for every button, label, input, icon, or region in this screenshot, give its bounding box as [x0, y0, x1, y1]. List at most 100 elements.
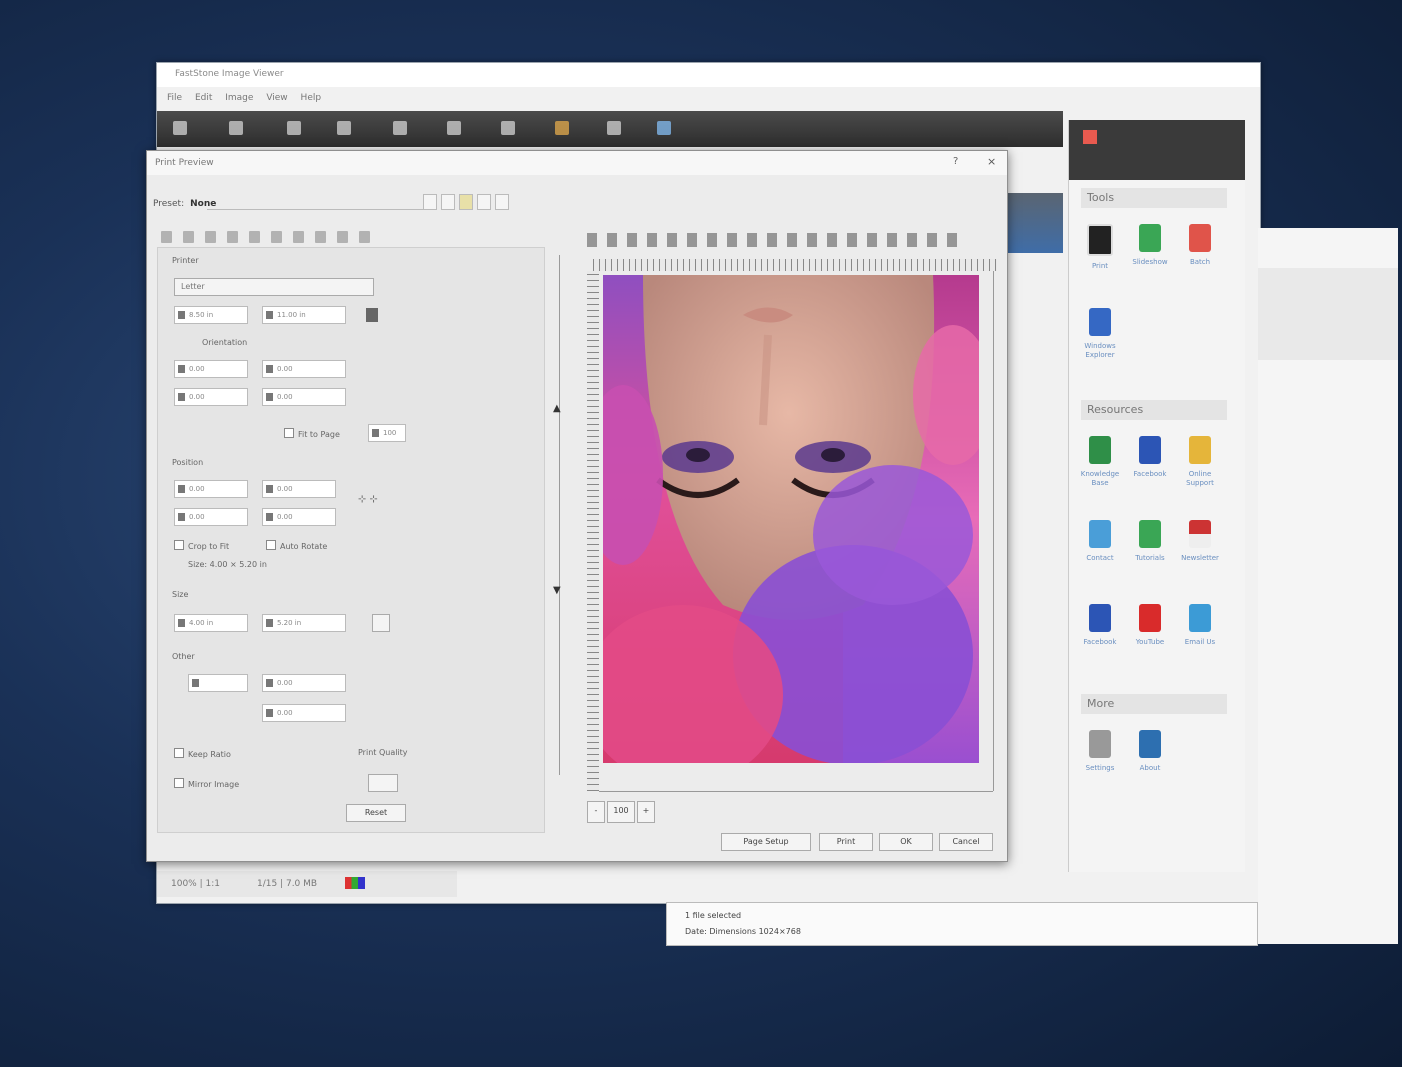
other-field[interactable]	[188, 674, 248, 692]
save-icon[interactable]	[287, 121, 301, 135]
image-width-field[interactable]: 4.00 in	[174, 614, 248, 632]
image-height-field[interactable]: 5.20 in	[262, 614, 346, 632]
print-icon[interactable]	[337, 121, 351, 135]
app-facebook[interactable]: Facebook	[1125, 436, 1175, 479]
layout-3-icon[interactable]	[205, 231, 216, 243]
layout-9-icon[interactable]	[337, 231, 348, 243]
preset-new-icon[interactable]	[423, 194, 437, 210]
app-support[interactable]: Online Support	[1175, 436, 1225, 488]
scale-field[interactable]: 100	[368, 424, 406, 442]
help-icon[interactable]: ?	[953, 156, 958, 167]
app-knowledge[interactable]: Knowledge Base	[1075, 436, 1125, 488]
app-email[interactable]: Email Us	[1175, 604, 1225, 647]
select-icon[interactable]	[587, 233, 597, 247]
rotate-left-icon[interactable]	[627, 233, 637, 247]
resize-icon[interactable]	[501, 121, 515, 135]
open-icon[interactable]	[173, 121, 187, 135]
quality-button[interactable]	[368, 774, 398, 792]
grid-icon[interactable]	[867, 233, 877, 247]
paper-size-select[interactable]: Letter	[174, 278, 374, 296]
app-tutorials[interactable]: Tutorials	[1125, 520, 1175, 563]
app-print[interactable]: Print	[1075, 224, 1125, 271]
margin-right-field[interactable]: 0.00	[262, 360, 346, 378]
layout-7-icon[interactable]	[293, 231, 304, 243]
move-icon[interactable]	[607, 233, 617, 247]
panel-splitter[interactable]: ▲ ▼	[551, 255, 569, 775]
text-icon[interactable]	[707, 233, 717, 247]
app-newsletter[interactable]: Newsletter	[1175, 520, 1225, 563]
rotate-right-icon[interactable]	[647, 233, 657, 247]
app-contact[interactable]: Contact	[1075, 520, 1125, 563]
undo-icon[interactable]	[907, 233, 917, 247]
layout-4-icon[interactable]	[227, 231, 238, 243]
reset-button[interactable]: Reset	[346, 804, 406, 822]
position-y-field[interactable]: 0.00	[262, 480, 336, 498]
preset-select[interactable]: None	[190, 199, 216, 209]
line-icon[interactable]	[727, 233, 737, 247]
arrow-icon[interactable]	[747, 233, 757, 247]
lock-icon[interactable]	[366, 308, 378, 322]
crop-icon[interactable]	[807, 233, 817, 247]
layout-5-icon[interactable]	[249, 231, 260, 243]
ok-button[interactable]: OK	[879, 833, 933, 851]
app-slideshow[interactable]: Slideshow	[1125, 224, 1175, 267]
layout-2-icon[interactable]	[183, 231, 194, 243]
layout-1-icon[interactable]	[161, 231, 172, 243]
margin-bottom-field[interactable]: 0.00	[262, 388, 346, 406]
margin-left-field[interactable]: 0.00	[174, 360, 248, 378]
close-icon[interactable]: ×	[987, 155, 996, 168]
auto-rotate-checkbox[interactable]: Auto Rotate	[266, 540, 327, 551]
position-x-field[interactable]: 0.00	[174, 480, 248, 498]
app-explorer[interactable]: Windows Explorer	[1075, 308, 1125, 360]
other-value-2-field[interactable]: 0.00	[262, 704, 346, 722]
app-batch[interactable]: Batch	[1175, 224, 1225, 267]
app-facebook-2[interactable]: Facebook	[1075, 604, 1125, 647]
slideshow-icon[interactable]	[657, 121, 671, 135]
page-setup-button[interactable]: Page Setup	[721, 833, 811, 851]
menu-file[interactable]: File	[167, 93, 182, 103]
menu-image[interactable]: Image	[225, 93, 253, 103]
preview-image[interactable]	[603, 275, 979, 763]
preset-open-icon[interactable]	[459, 194, 473, 210]
preset-settings-icon[interactable]	[495, 194, 509, 210]
menu-view[interactable]: View	[266, 93, 287, 103]
keep-ratio-checkbox[interactable]: Keep Ratio	[174, 748, 231, 759]
thumbnail-strip[interactable]	[1003, 193, 1063, 253]
splitter-up-icon[interactable]: ▲	[553, 403, 565, 415]
info-icon[interactable]	[947, 233, 957, 247]
paper-width-field[interactable]: 8.50 in	[174, 306, 248, 324]
layout-6-icon[interactable]	[271, 231, 282, 243]
zoom-in-button[interactable]: +	[637, 801, 655, 823]
fit-to-page-checkbox[interactable]: Fit to Page	[284, 428, 340, 439]
menu-edit[interactable]: Edit	[195, 93, 212, 103]
layout-10-icon[interactable]	[359, 231, 370, 243]
menu-help[interactable]: Help	[301, 93, 322, 103]
preset-save-icon[interactable]	[441, 194, 455, 210]
print-button[interactable]: Print	[819, 833, 873, 851]
offset-y-field[interactable]: 0.00	[262, 508, 336, 526]
zoom-level[interactable]: 100	[607, 801, 635, 823]
offset-x-field[interactable]: 0.00	[174, 508, 248, 526]
crop-icon[interactable]	[447, 121, 461, 135]
crop-to-fit-checkbox[interactable]: Crop to Fit	[174, 540, 229, 551]
app-settings[interactable]: Settings	[1075, 730, 1125, 773]
preset-delete-icon[interactable]	[477, 194, 491, 210]
ratio-lock-button[interactable]	[372, 614, 390, 632]
ellipse-icon[interactable]	[787, 233, 797, 247]
paper-height-field[interactable]: 11.00 in	[262, 306, 346, 324]
rotate-icon[interactable]	[393, 121, 407, 135]
flip-h-icon[interactable]	[667, 233, 677, 247]
fit-icon[interactable]	[827, 233, 837, 247]
other-value-1-field[interactable]: 0.00	[262, 674, 346, 692]
folder-icon[interactable]	[229, 121, 243, 135]
flip-v-icon[interactable]	[687, 233, 697, 247]
rect-icon[interactable]	[767, 233, 777, 247]
effects-icon[interactable]	[607, 121, 621, 135]
splitter-down-icon[interactable]: ▼	[553, 585, 565, 597]
zoom-out-button[interactable]: -	[587, 801, 605, 823]
app-about[interactable]: About	[1125, 730, 1175, 773]
layout-8-icon[interactable]	[315, 231, 326, 243]
margin-top-field[interactable]: 0.00	[174, 388, 248, 406]
zoom-icon[interactable]	[847, 233, 857, 247]
cancel-button[interactable]: Cancel	[939, 833, 993, 851]
